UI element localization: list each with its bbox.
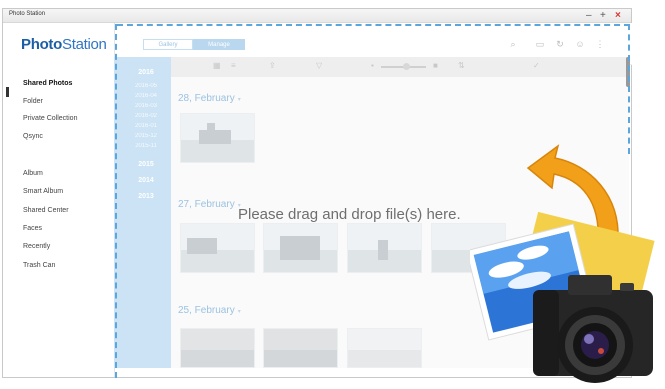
timeline-year[interactable]: 2014 — [128, 177, 164, 184]
photo-thumbnail[interactable] — [180, 223, 255, 273]
select-icon[interactable]: ✓ — [533, 61, 540, 70]
search-icon[interactable]: ⌕ — [508, 39, 518, 49]
more-icon[interactable]: ⋮ — [595, 39, 605, 49]
list-view-icon[interactable]: ≡ — [231, 61, 236, 70]
photo-thumbnail[interactable] — [347, 328, 422, 368]
timeline-month[interactable]: 2016-04 — [128, 93, 164, 99]
nav-faces[interactable]: Faces — [23, 225, 42, 232]
refresh-icon[interactable]: ↻ — [555, 39, 565, 49]
nav-trash-can[interactable]: Trash Can — [23, 262, 55, 269]
nav-folder[interactable]: Folder — [23, 98, 43, 105]
timeline-month[interactable]: 2016-01 — [128, 123, 164, 129]
thumbnail-large-icon[interactable]: ■ — [433, 61, 438, 70]
sort-icon[interactable]: ⇅ — [458, 61, 465, 70]
minimize-button[interactable]: – — [586, 9, 592, 22]
thumbnail-small-icon[interactable]: ▪ — [371, 61, 374, 70]
nav-shared-photos[interactable]: Shared Photos — [23, 80, 72, 87]
upload-illustration — [470, 144, 655, 383]
timeline-year[interactable]: 2015 — [128, 161, 164, 168]
gallery-mode-button[interactable]: Gallery — [143, 39, 193, 50]
date-group-header[interactable]: 27, February ▾ — [178, 199, 241, 210]
filter-icon[interactable]: ▽ — [316, 61, 322, 70]
photo-thumbnail[interactable] — [180, 328, 255, 368]
maximize-button[interactable]: + — [600, 9, 606, 22]
photo-thumbnail[interactable] — [263, 328, 338, 368]
nav-smart-album[interactable]: Smart Album — [23, 188, 63, 195]
timeline-year[interactable]: 2013 — [128, 193, 164, 200]
app-logo: PhotoStation — [21, 36, 107, 53]
sidebar: PhotoStation Shared Photos Folder Privat… — [3, 23, 115, 377]
drop-zone-border-top — [117, 24, 630, 26]
user-icon[interactable]: ☺ — [575, 39, 585, 49]
window-title: Photo Station — [9, 11, 46, 17]
photo-thumbnail[interactable] — [263, 223, 338, 273]
active-nav-marker — [6, 87, 9, 97]
grid-view-icon[interactable]: ▦ — [213, 61, 221, 70]
camera-icon — [533, 275, 653, 383]
photo-thumbnail[interactable] — [347, 223, 422, 273]
timeline-month[interactable]: 2015-12 — [128, 133, 164, 139]
drop-zone-message: Please drag and drop file(s) here. — [238, 206, 461, 223]
nav-shared-center[interactable]: Shared Center — [23, 207, 69, 214]
timeline-month[interactable]: 2016-03 — [128, 103, 164, 109]
date-group-header[interactable]: 28, February ▾ — [178, 93, 241, 104]
toolbar: ▦ ≡ ⇪ ▽ ▪ ■ ⇅ ✓ — [171, 57, 629, 77]
nav-recently[interactable]: Recently — [23, 243, 50, 250]
timeline-month[interactable]: 2015-11 — [128, 143, 164, 149]
slider-knob[interactable] — [403, 63, 410, 70]
drop-zone-border-right — [628, 24, 630, 154]
upload-icon[interactable]: ⇪ — [269, 61, 276, 70]
manage-mode-button[interactable]: Manage — [193, 39, 245, 50]
timeline-month[interactable]: 2016-05 — [128, 83, 164, 89]
title-bar: Photo Station – + × — [3, 9, 631, 23]
photo-thumbnail[interactable] — [180, 113, 255, 163]
timeline-month[interactable]: 2016-02 — [128, 113, 164, 119]
nav-album[interactable]: Album — [23, 170, 43, 177]
date-group-header[interactable]: 25, February ▾ — [178, 305, 241, 316]
nav-qsync[interactable]: Qsync — [23, 133, 43, 140]
drop-zone-border-left — [115, 24, 117, 378]
monitor-icon[interactable]: ▭ — [535, 39, 545, 49]
nav-private-collection[interactable]: Private Collection — [23, 115, 77, 122]
timeline-strip: 2016 2016-05 2016-04 2016-03 2016-02 201… — [114, 57, 171, 368]
close-button[interactable]: × — [615, 9, 621, 22]
timeline-year[interactable]: 2016 — [128, 69, 164, 76]
